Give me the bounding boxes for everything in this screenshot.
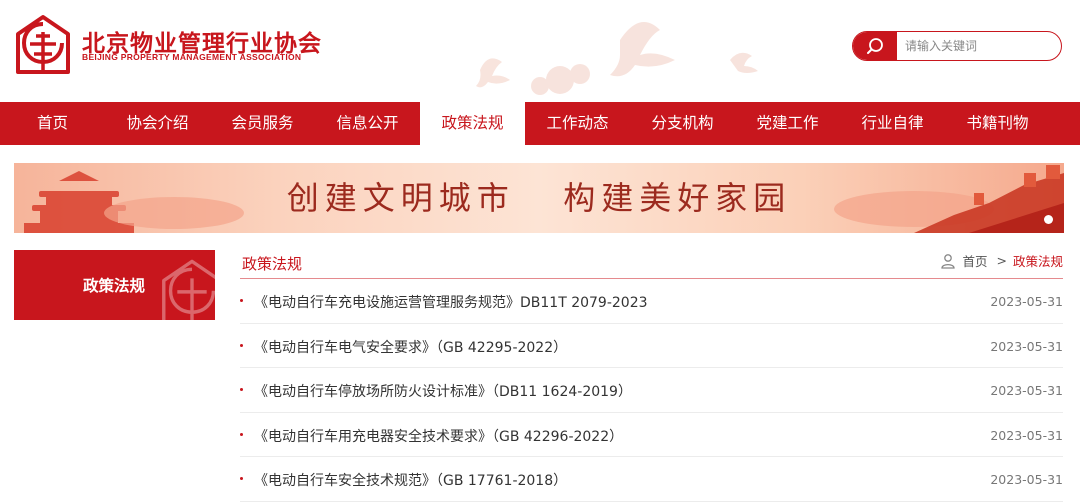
search-input[interactable]	[905, 35, 1055, 57]
section-title: 政策法规	[242, 255, 303, 273]
list-item[interactable]: 《电动自行车安全技术规范》（GB 17761-2018） 2023-05-31	[240, 457, 1063, 502]
sidebar-title[interactable]: 政策法规	[14, 250, 215, 320]
user-location-icon	[941, 253, 956, 269]
banner-slogan: 创建文明城市 构建美好家园	[286, 179, 792, 217]
list-item[interactable]: 《电动自行车电气安全要求》（GB 42295-2022） 2023-05-31	[240, 324, 1063, 369]
breadcrumb-current[interactable]: 政策法规	[1013, 251, 1063, 270]
search-button[interactable]	[853, 32, 897, 60]
nav-item-home[interactable]: 首页	[0, 102, 105, 145]
banner: 创建文明城市 构建美好家园	[14, 163, 1064, 233]
list-item-date: 2023-05-31	[990, 338, 1063, 354]
header-decoration	[476, 22, 758, 95]
nav-item-member-services[interactable]: 会员服务	[210, 102, 315, 145]
logo-title-en: BEIJING PROPERTY MANAGEMENT ASSOCIATION	[82, 52, 302, 62]
carousel-dot[interactable]	[1044, 215, 1053, 224]
list-item[interactable]: 《电动自行车充电设施运营管理服务规范》DB11T 2079-2023 2023-…	[240, 279, 1063, 324]
list-item-title[interactable]: 《电动自行车用充电器安全技术要求》（GB 42296-2022）	[254, 426, 623, 446]
breadcrumb: 首页 > 政策法规	[940, 251, 1063, 270]
bullet	[240, 388, 243, 392]
policy-list: 《电动自行车充电设施运营管理服务规范》DB11T 2079-2023 2023-…	[240, 279, 1063, 502]
list-item-title[interactable]: 《电动自行车充电设施运营管理服务规范》DB11T 2079-2023	[254, 292, 648, 312]
nav-item-party-building[interactable]: 党建工作	[735, 102, 840, 145]
nav-item-about[interactable]: 协会介绍	[105, 102, 210, 145]
breadcrumb-home[interactable]: 首页	[962, 251, 987, 270]
list-item-title[interactable]: 《电动自行车电气安全要求》（GB 42295-2022）	[254, 337, 567, 357]
list-item-title[interactable]: 《电动自行车安全技术规范》（GB 17761-2018）	[254, 470, 567, 490]
nav-item-work-news[interactable]: 工作动态	[525, 102, 630, 145]
content-header: 政策法规 首页 > 政策法规	[240, 246, 1063, 279]
site-header: 北京物业管理行业协会 BEIJING PROPERTY MANAGEMENT A…	[0, 0, 1080, 102]
search-box	[852, 31, 1062, 61]
bullet	[240, 343, 243, 347]
nav-item-self-discipline[interactable]: 行业自律	[840, 102, 945, 145]
bullet	[240, 477, 243, 481]
nav-item-policies[interactable]: 政策法规	[420, 102, 525, 145]
sidebar-section: 政策法规	[14, 250, 215, 320]
search-icon	[867, 38, 883, 54]
list-item-date: 2023-05-31	[990, 472, 1063, 488]
list-item-date: 2023-05-31	[990, 383, 1063, 399]
bullet	[240, 299, 243, 302]
list-item-date: 2023-05-31	[990, 427, 1063, 443]
association-logo-icon	[16, 15, 70, 74]
bullet	[240, 432, 243, 436]
list-item-date: 2023-05-31	[990, 294, 1063, 309]
list-item-title[interactable]: 《电动自行车停放场所防火设计标准》（DB11 1624-2019）	[254, 381, 632, 401]
main-nav: 首页 协会介绍 会员服务 信息公开 政策法规 工作动态 分支机构 党建工作 行业…	[0, 102, 1080, 145]
breadcrumb-separator: >	[996, 253, 1007, 268]
nav-item-disclosure[interactable]: 信息公开	[315, 102, 420, 145]
list-item[interactable]: 《电动自行车停放场所防火设计标准》（DB11 1624-2019） 2023-0…	[240, 368, 1063, 413]
list-item[interactable]: 《电动自行车用充电器安全技术要求》（GB 42296-2022） 2023-05…	[240, 413, 1063, 458]
nav-item-publications[interactable]: 书籍刊物	[945, 102, 1050, 145]
nav-item-branches[interactable]: 分支机构	[630, 102, 735, 145]
